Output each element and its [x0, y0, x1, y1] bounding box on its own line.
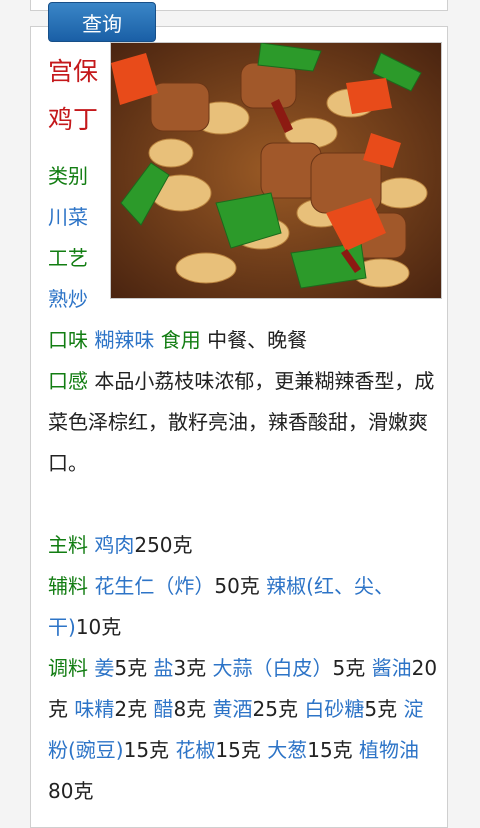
- ingredient-qty: 5克: [332, 656, 366, 680]
- technique-link[interactable]: 熟炒: [48, 279, 106, 320]
- ingredient-qty: 15克: [123, 738, 170, 762]
- taste-text: 本品小荔枝味浓郁，更兼糊辣香型，成菜色泽棕红，散籽亮油，辣香酸甜，滑嫩爽口。: [48, 369, 435, 475]
- ingredient-qty: 8克: [173, 697, 207, 721]
- aux-ingredients-label: 辅料: [48, 574, 88, 598]
- ingredient-link[interactable]: 盐: [153, 656, 173, 680]
- ingredient-link[interactable]: 大蒜（白皮）: [213, 656, 333, 680]
- meal-value: 中餐、晚餐: [207, 328, 308, 352]
- ingredient-qty: 250克: [134, 533, 193, 557]
- taste-row: 口感 本品小荔枝味浓郁，更兼糊辣香型，成菜色泽棕红，散籽亮油，辣香酸甜，滑嫩爽口…: [48, 361, 438, 484]
- ingredient-link[interactable]: 味精: [74, 697, 114, 721]
- ingredient-link[interactable]: 醋: [153, 697, 173, 721]
- ingredient-link[interactable]: 黄酒: [213, 697, 253, 721]
- technique-label: 工艺: [48, 246, 88, 270]
- aux-ingredients-row: 辅料 花生仁（炸）50克 辣椒(红、尖、干)10克: [48, 566, 438, 648]
- seasoning-label: 调料: [48, 656, 88, 680]
- meal-label: 食用: [160, 328, 201, 352]
- ingredient-qty: 10克: [75, 615, 122, 639]
- seasoning-row: 调料 姜5克 盐3克 大蒜（白皮）5克 酱油20克 味精2克 醋8克 黄酒25克…: [48, 648, 438, 812]
- category-link[interactable]: 川菜: [48, 197, 106, 238]
- ingredient-link[interactable]: 酱油: [372, 656, 412, 680]
- dish-title-line-2: 鸡丁: [48, 105, 99, 134]
- ingredient-qty: 25克: [252, 697, 298, 721]
- dish-photo: [110, 42, 442, 299]
- ingredient-qty: 15克: [215, 738, 261, 762]
- query-button[interactable]: 查询: [48, 2, 156, 42]
- ingredient-qty: 5克: [364, 697, 398, 721]
- ingredient-qty: 50克: [214, 574, 260, 598]
- dish-title-line-1: 宫保: [48, 57, 99, 86]
- ingredient-qty: 80克: [48, 779, 94, 803]
- main-ingredients-label: 主料: [48, 533, 88, 557]
- dish-meta: 类别 川菜 工艺 熟炒: [48, 156, 106, 320]
- flavor-row: 口味 糊辣味 食用 中餐、晚餐: [48, 320, 438, 361]
- ingredient-qty: 3克: [173, 656, 207, 680]
- flavor-label: 口味: [48, 328, 88, 352]
- flavor-link[interactable]: 糊辣味: [94, 328, 154, 352]
- ingredient-link[interactable]: 白砂糖: [304, 697, 364, 721]
- dish-photo-illustration: [111, 43, 441, 298]
- ingredient-link[interactable]: 鸡肉: [94, 533, 134, 557]
- category-label: 类别: [48, 164, 88, 188]
- recipe-details: 口味 糊辣味 食用 中餐、晚餐 口感 本品小荔枝味浓郁，更兼糊辣香型，成菜色泽棕…: [48, 320, 438, 812]
- ingredient-qty: 15克: [307, 738, 353, 762]
- ingredient-link[interactable]: 花椒: [175, 738, 215, 762]
- ingredient-link[interactable]: 植物油: [359, 738, 419, 762]
- ingredient-link[interactable]: 大葱: [267, 738, 307, 762]
- ingredient-link[interactable]: 姜: [94, 656, 114, 680]
- ingredient-qty: 5克: [114, 656, 148, 680]
- taste-label: 口感: [48, 369, 88, 393]
- main-ingredients-row: 主料 鸡肉250克: [48, 525, 438, 566]
- dish-title: 宫保 鸡丁: [48, 48, 106, 144]
- ingredient-qty: 2克: [114, 697, 148, 721]
- ingredient-link[interactable]: 花生仁（炸）: [94, 574, 214, 598]
